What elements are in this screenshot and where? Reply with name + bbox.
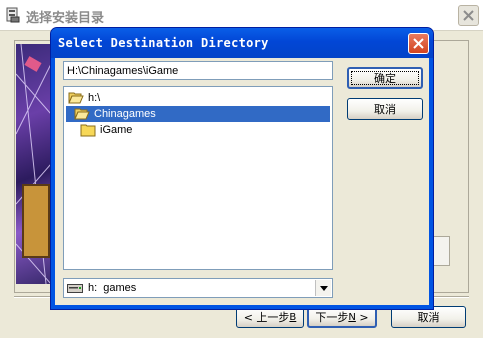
folder-icon: [80, 124, 96, 137]
installer-partial-button: [432, 236, 450, 266]
drive-select-value: h: games: [88, 282, 137, 294]
path-input[interactable]: [63, 61, 333, 80]
dialog-body: 确定 取消 h:\ Chinagames: [55, 58, 429, 305]
installer-cancel-label: 取消: [417, 311, 440, 324]
folder-tree[interactable]: h:\ Chinagames iGame: [63, 86, 333, 270]
installer-close-button[interactable]: [458, 5, 479, 26]
dialog-cancel-button[interactable]: 取消: [347, 98, 423, 120]
dialog-title: Select Destination Directory: [58, 36, 269, 50]
dialog-cancel-label: 取消: [374, 103, 396, 116]
drive-icon: [67, 284, 83, 293]
tree-item-label: Chinagames: [94, 108, 156, 120]
chevron-down-icon: [319, 285, 328, 291]
dialog-title-bar[interactable]: Select Destination Directory: [51, 28, 433, 58]
tree-item-chinagames[interactable]: Chinagames: [66, 106, 330, 122]
open-folder-icon: [68, 92, 84, 104]
select-directory-dialog: Select Destination Directory 确定 取消 h:\: [50, 27, 434, 310]
dialog-close-button[interactable]: [408, 33, 429, 54]
close-icon: [463, 10, 474, 21]
ok-button[interactable]: 确定: [347, 67, 423, 89]
drive-select[interactable]: h: games: [63, 278, 333, 298]
ok-button-label: 确定: [374, 72, 396, 85]
back-button-mnemonic: B: [289, 311, 297, 323]
next-button-label: 下一步: [315, 311, 349, 324]
tree-item-label: iGame: [100, 124, 133, 136]
tree-item-label: h:\: [88, 92, 101, 104]
app-icon: [6, 7, 20, 23]
open-folder-icon: [74, 108, 90, 120]
drive-dropdown-button[interactable]: [315, 280, 331, 296]
tree-item-igame[interactable]: iGame: [66, 122, 330, 138]
back-button-label: < 上一步: [243, 311, 290, 324]
close-icon: [413, 38, 424, 49]
tree-item-root[interactable]: h:\: [66, 90, 330, 106]
installer-side-image: [16, 44, 51, 284]
installer-title: 选择安装目录: [26, 11, 105, 26]
next-button-mnemonic: N: [348, 311, 356, 323]
next-button-suffix: >: [355, 310, 369, 324]
